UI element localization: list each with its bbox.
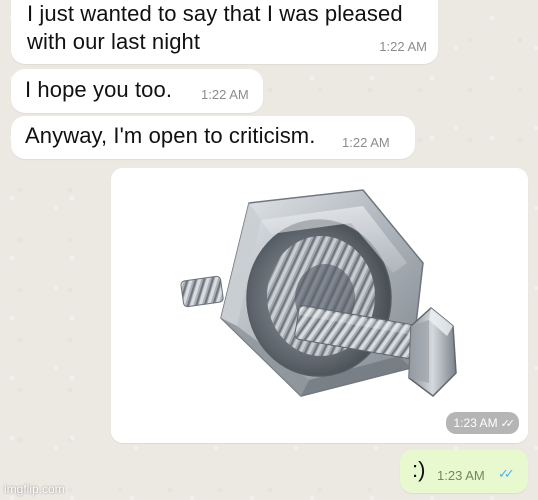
incoming-message[interactable]: I just wanted to say that I was pleased … <box>11 0 438 64</box>
incoming-message[interactable]: I hope you too. 1:22 AM <box>11 69 263 113</box>
message-text: :) <box>412 457 426 482</box>
incoming-message[interactable]: Anyway, I'm open to criticism. 1:22 AM <box>11 116 415 159</box>
message-text: I just wanted to say that I was pleased … <box>27 1 403 54</box>
message-text: Anyway, I'm open to criticism. <box>25 123 316 148</box>
nut-and-bolt-photo[interactable] <box>111 168 528 443</box>
image-time: 1:23 AM <box>453 416 498 430</box>
outgoing-image-message[interactable]: 1:23 AM ✓✓ <box>111 168 528 443</box>
double-check-icon: ✓✓ <box>500 417 516 430</box>
outgoing-message[interactable]: :) 1:23 AM ✓✓ <box>400 450 528 493</box>
image-timestamp: 1:23 AM ✓✓ <box>445 412 519 434</box>
message-time: 1:22 AM <box>201 87 249 102</box>
watermark: imgflip.com <box>4 482 65 496</box>
message-time: 1:22 AM <box>342 135 390 150</box>
message-time: 1:22 AM <box>379 39 427 54</box>
double-check-icon: ✓✓ <box>498 466 515 481</box>
message-text: I hope you too. <box>25 77 173 102</box>
message-time: 1:23 AM <box>437 468 485 483</box>
